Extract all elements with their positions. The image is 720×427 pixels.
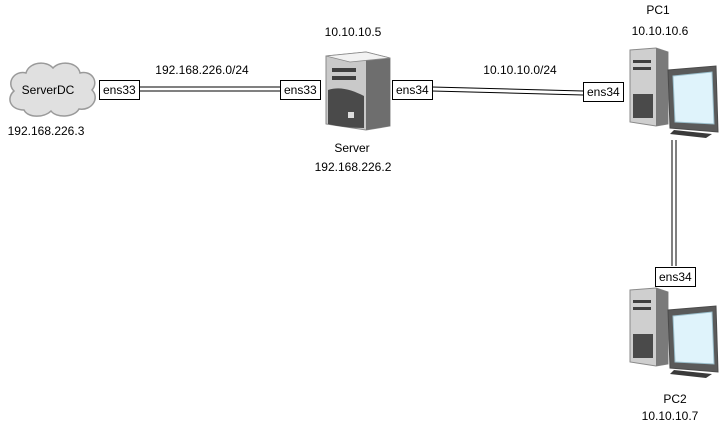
- pc2-ens34-interface[interactable]: ens34: [655, 267, 696, 287]
- pc1-ip: 10.10.10.6: [631, 24, 689, 38]
- link-pc1-pc2: [671, 140, 677, 266]
- server-ip-top: 10.10.10.5: [324, 25, 382, 39]
- link-serverdc-server: [139, 86, 280, 92]
- serverdc-name: ServerDC: [21, 83, 75, 97]
- network-diagram: ServerDC 192.168.226.3 192.168.226.0/24 …: [0, 0, 720, 427]
- server-tower-icon[interactable]: [322, 50, 392, 132]
- serverdc-ip: 192.168.226.3: [7, 124, 85, 138]
- server-ip-bottom: 192.168.226.2: [314, 160, 392, 174]
- pc2-ip: 10.10.10.7: [641, 409, 699, 423]
- network-right-label: 10.10.10.0/24: [483, 63, 557, 77]
- link-server-pc1: [431, 86, 584, 96]
- network-left-label: 192.168.226.0/24: [155, 63, 249, 77]
- pc1-name: PC1: [646, 3, 670, 17]
- serverdc-ens33-interface[interactable]: ens33: [99, 80, 140, 100]
- server-ens33-interface[interactable]: ens33: [280, 80, 321, 100]
- pc1-ens34-interface[interactable]: ens34: [583, 82, 624, 102]
- pc1-computer-icon[interactable]: [626, 46, 720, 140]
- server-ens34-interface[interactable]: ens34: [392, 80, 433, 100]
- pc2-name: PC2: [663, 392, 687, 406]
- server-name: Server: [334, 141, 370, 155]
- pc2-computer-icon[interactable]: [626, 286, 720, 380]
